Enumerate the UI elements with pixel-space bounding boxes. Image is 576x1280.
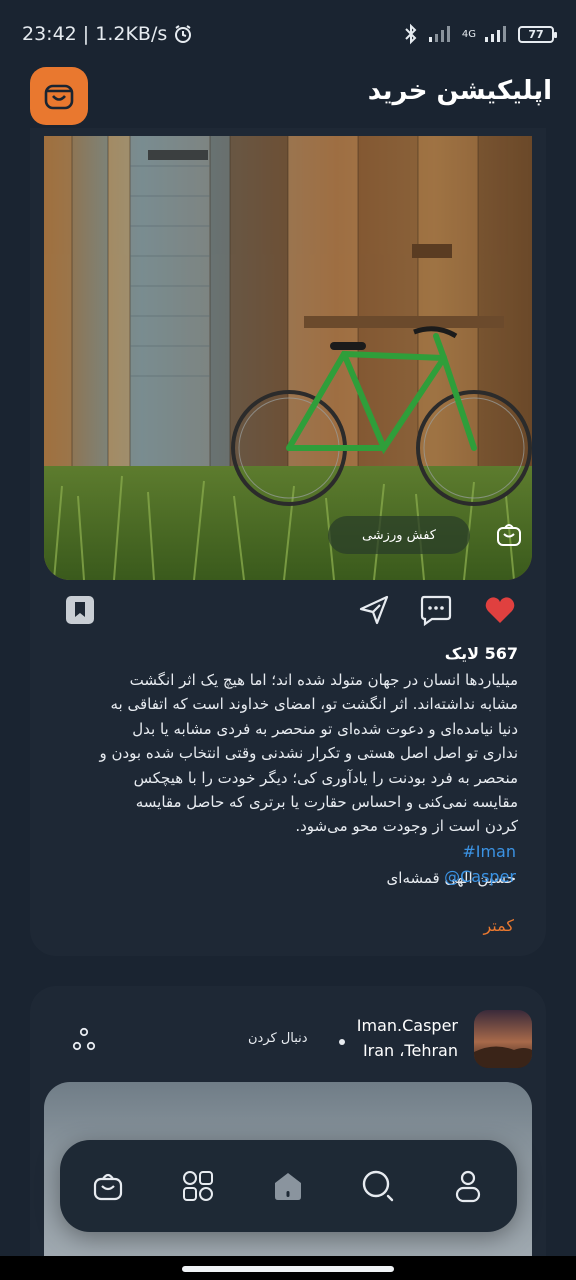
avatar[interactable] [474,1010,532,1068]
status-time-speed: 23:42 | 1.2KB/s [22,23,168,45]
comment-button[interactable] [416,590,456,630]
bottom-nav [60,1140,517,1232]
nav-cart[interactable] [88,1166,128,1206]
status-right: 4G 77 [402,23,557,45]
signal-icon [428,26,450,42]
caption-line: منحصر به فرد بودنت را یادآوری کی؛ دیگر خ… [133,768,518,787]
post-caption: میلیاردها انسان در جهان متولد شده اند؛ ا… [56,668,518,839]
alarm-icon [175,25,192,43]
more-options-button[interactable] [70,1026,98,1054]
bicycle-photo [44,136,532,580]
separator-dot [339,1039,345,1045]
post-photo[interactable] [44,136,532,580]
comment-icon [420,595,452,627]
show-less-link[interactable]: کمتر [483,916,514,935]
location: Iran ،Tehran [362,1041,458,1060]
caption-line: نداری تو اصل اصل هستی و تکرار نشدنی وقتی… [99,744,518,763]
post-actions [44,590,532,634]
home-indicator[interactable] [182,1266,394,1272]
status-bar: 23:42 | 1.2KB/s 4G 77 [0,0,576,68]
bookmark-button[interactable] [60,590,100,630]
caption-line: کردن است از وجودت محو می‌شود. [295,817,518,836]
status-left: 23:42 | 1.2KB/s [22,23,193,45]
bluetooth-icon [405,23,417,45]
like-button[interactable] [480,590,520,630]
search-icon [362,1170,394,1202]
follow-button[interactable]: دنبال کردن [248,1031,308,1046]
grid-icon [183,1171,213,1201]
post-card: کفش ورزشی 567 لایک میلیاردها انسان در جه… [30,128,546,956]
shopping-bag-icon [497,524,521,546]
tag-bag-badge[interactable] [486,514,532,556]
caption-line: مقایسه نمی‌کنی و احساس حقارت یا برتری که… [135,793,518,812]
heart-icon [485,597,515,623]
nav-categories[interactable] [178,1166,218,1206]
caption-line: دنیا نیامده‌ای و دعوت شده‌ای تو منحصر به… [132,719,518,738]
home-icon [275,1173,301,1200]
app-logo[interactable] [30,67,88,125]
bookmark-icon [66,596,94,624]
app-header: اپلیکیشن خرید [0,64,576,128]
caption-line: میلیاردها انسان در جهان متولد شده اند؛ ا… [129,671,518,689]
page-title: اپلیکیشن خرید [367,76,552,106]
mention-link[interactable]: @Casper [444,867,516,886]
more-dots-icon [72,1027,96,1051]
caption-line: مشابه نداشته‌اند. اثر انگشت تو، امضای خد… [110,695,518,714]
nav-profile[interactable] [448,1166,488,1206]
nav-search[interactable] [358,1166,398,1206]
signal-icon-2 [485,26,506,42]
user-icon [455,1170,481,1203]
network-label: 4G [461,28,476,40]
send-icon [359,595,389,625]
nav-home[interactable] [268,1166,308,1206]
hashtag-link[interactable]: #Iman [462,842,516,861]
username[interactable]: Iman.Casper [357,1016,458,1035]
post-card-2: Iman.Casper Iran ،Tehran دنبال کردن [30,986,546,1280]
shopping-bag-icon [44,84,74,110]
share-button[interactable] [354,590,394,630]
shopping-bag-icon [93,1173,123,1201]
battery-indicator: 77 [518,25,557,43]
avatar-image [474,1010,532,1068]
likes-count: 567 لایک [444,644,518,663]
product-tag[interactable]: کفش ورزشی [327,516,470,554]
